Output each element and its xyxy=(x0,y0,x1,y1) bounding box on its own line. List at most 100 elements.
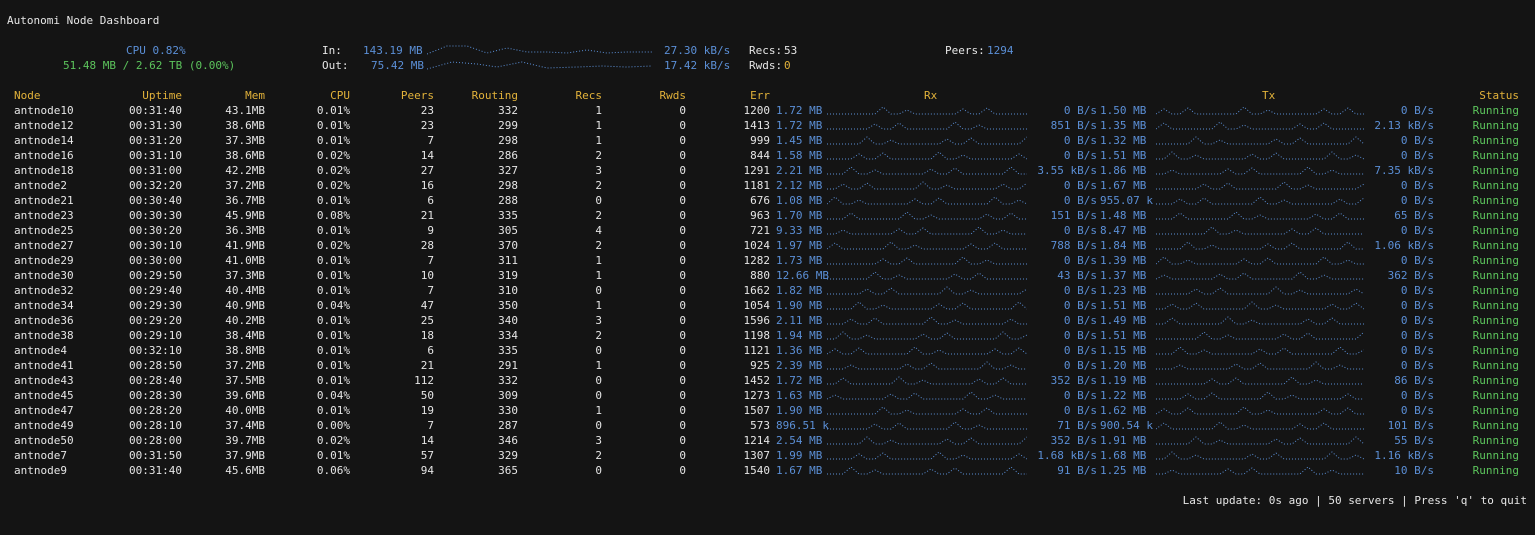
cell-peers: 6 xyxy=(427,194,434,207)
cell-routing: 335 xyxy=(498,209,518,222)
cell-peers: 7 xyxy=(427,419,434,432)
cell-rx-rate: 0 B/s xyxy=(1063,359,1097,372)
cell-cpu: 0.04% xyxy=(316,299,350,312)
cell-uptime: 00:28:10 xyxy=(129,419,182,432)
cell-node: antnode50 xyxy=(14,434,74,447)
cell-recs: 0 xyxy=(595,344,602,357)
cell-mem: 40.0MB xyxy=(225,404,265,417)
cell-rwds: 0 xyxy=(679,149,686,162)
cell-peers: 18 xyxy=(420,329,434,342)
rx-sparkline xyxy=(827,240,1027,251)
cell-rx-rate: 0 B/s xyxy=(1063,179,1097,192)
cell-routing: 335 xyxy=(498,344,518,357)
table-row: antnode43 00:28:40 37.5MB 0.01% 112 332 0 0 1452… xyxy=(0,373,1535,388)
table-row: antnode36 00:29:20 40.2MB 0.01% 25 340 3 0 1596 2… xyxy=(0,313,1535,328)
cell-rwds: 0 xyxy=(679,134,686,147)
rx-sparkline xyxy=(827,225,1027,236)
cell-cpu: 0.04% xyxy=(316,389,350,402)
cell-rx-rate: 0 B/s xyxy=(1063,149,1097,162)
cell-err: 880 xyxy=(750,269,770,282)
cell-tx-total: 1.37 MB xyxy=(1100,269,1147,282)
cell-rwds: 0 xyxy=(679,314,686,327)
cell-mem: 40.9MB xyxy=(225,299,265,312)
cell-node: antnode41 xyxy=(14,359,74,372)
cell-recs: 0 xyxy=(595,389,602,402)
tx-sparkline xyxy=(1156,240,1364,251)
out-sparkline xyxy=(427,59,652,70)
cell-cpu: 0.00% xyxy=(316,419,350,432)
cell-tx-total: 1.68 MB xyxy=(1100,449,1147,462)
table-row: antnode34 00:29:30 40.9MB 0.04% 47 350 1 0 1054 1… xyxy=(0,298,1535,313)
tx-sparkline xyxy=(1156,435,1364,446)
cell-rx-rate: 0 B/s xyxy=(1063,284,1097,297)
col-uptime: Uptime xyxy=(142,89,182,102)
in-label: In: xyxy=(322,44,342,57)
cell-tx-total: 1.39 MB xyxy=(1100,254,1147,267)
col-mem: Mem xyxy=(245,89,265,102)
cell-rx-total: 2.39 MB xyxy=(776,359,823,372)
tx-sparkline xyxy=(1156,225,1364,236)
cell-routing: 346 xyxy=(498,434,518,447)
cell-err: 676 xyxy=(750,194,770,207)
col-status: Status xyxy=(1479,89,1519,102)
cell-tx-total: 1.19 MB xyxy=(1100,374,1147,387)
rx-sparkline xyxy=(827,165,1027,176)
cell-err: 999 xyxy=(750,134,770,147)
cell-node: antnode21 xyxy=(14,194,74,207)
cell-mem: 39.7MB xyxy=(225,434,265,447)
cell-status: Running xyxy=(1472,284,1519,297)
cell-rx-rate: 3.55 kB/s xyxy=(1037,164,1097,177)
peers-value: 1294 xyxy=(987,44,1014,57)
cell-rx-rate: 1.68 kB/s xyxy=(1037,449,1097,462)
cell-rwds: 0 xyxy=(679,419,686,432)
cell-uptime: 00:28:50 xyxy=(129,359,182,372)
rx-sparkline xyxy=(827,450,1027,461)
cell-err: 1214 xyxy=(743,434,771,447)
cell-rx-rate: 151 B/s xyxy=(1050,209,1097,222)
cell-rx-total: 2.21 MB xyxy=(776,164,823,177)
cell-rwds: 0 xyxy=(679,359,686,372)
cell-rx-rate: 91 B/s xyxy=(1057,464,1097,477)
cell-routing: 310 xyxy=(498,284,518,297)
cell-recs: 2 xyxy=(595,149,602,162)
cell-node: antnode27 xyxy=(14,239,74,252)
cell-uptime: 00:28:20 xyxy=(129,404,182,417)
tx-sparkline xyxy=(1156,270,1364,281)
cell-node: antnode9 xyxy=(14,464,67,477)
cell-rx-rate: 352 B/s xyxy=(1050,434,1097,447)
cell-cpu: 0.01% xyxy=(316,119,350,132)
rx-sparkline xyxy=(827,285,1027,296)
tx-sparkline xyxy=(1156,120,1364,131)
cell-mem: 37.2MB xyxy=(225,179,265,192)
rx-sparkline xyxy=(827,135,1027,146)
cell-tx-total: 1.35 MB xyxy=(1100,119,1147,132)
cell-status: Running xyxy=(1472,434,1519,447)
cell-uptime: 00:29:10 xyxy=(129,329,182,342)
cell-routing: 305 xyxy=(498,224,518,237)
cell-tx-total: 1.86 MB xyxy=(1100,164,1147,177)
cell-status: Running xyxy=(1472,374,1519,387)
cell-err: 1181 xyxy=(743,179,771,192)
cell-mem: 37.5MB xyxy=(225,374,265,387)
cell-tx-total: 1.23 MB xyxy=(1100,284,1147,297)
cell-err: 1200 xyxy=(743,104,771,117)
cell-recs: 0 xyxy=(595,194,602,207)
tx-sparkline xyxy=(1156,105,1364,116)
recs-value: 53 xyxy=(784,44,798,57)
rx-sparkline xyxy=(827,270,1027,281)
cell-peers: 23 xyxy=(420,104,434,117)
cell-recs: 0 xyxy=(595,419,602,432)
cell-rx-total: 1.82 MB xyxy=(776,284,823,297)
cell-rx-total: 2.12 MB xyxy=(776,179,823,192)
cell-rx-rate: 788 B/s xyxy=(1050,239,1097,252)
cell-mem: 38.6MB xyxy=(225,119,265,132)
cell-uptime: 00:30:40 xyxy=(129,194,182,207)
cell-uptime: 00:31:10 xyxy=(129,149,182,162)
cell-err: 925 xyxy=(750,359,770,372)
cell-status: Running xyxy=(1472,149,1519,162)
cell-node: antnode45 xyxy=(14,389,74,402)
cell-recs: 1 xyxy=(595,134,602,147)
table-row: antnode38 00:29:10 38.4MB 0.01% 18 334 2 0 1198 1… xyxy=(0,328,1535,343)
cell-node: antnode23 xyxy=(14,209,74,222)
table-row: antnode47 00:28:20 40.0MB 0.01% 19 330 1 0 1507 1… xyxy=(0,403,1535,418)
